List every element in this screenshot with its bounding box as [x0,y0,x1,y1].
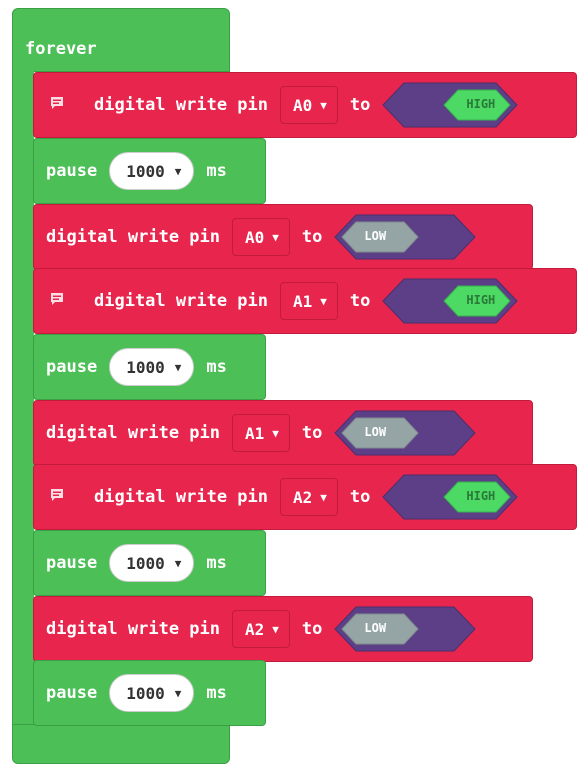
dropdown-caret-icon: ▼ [320,490,327,504]
duration-dropdown[interactable]: 1000 ▼ [109,152,195,190]
comment-icon[interactable] [48,292,66,310]
dropdown-caret-icon: ▼ [320,294,327,308]
dropdown-caret-icon: ▼ [272,426,279,440]
to-label: to [301,423,323,443]
toggle-shape [334,214,477,260]
duration-value: 1000 [126,553,165,573]
duration-dropdown[interactable]: 1000 ▼ [109,544,195,582]
duration-dropdown[interactable]: 1000 ▼ [109,348,195,386]
level-value: HIGH [466,97,496,111]
comment-icon[interactable] [48,488,66,506]
pin-dropdown[interactable]: A2 ▼ [280,478,338,516]
pause-block[interactable]: pause 1000 ▼ ms [33,138,266,204]
pause-block[interactable]: pause 1000 ▼ ms [33,334,266,400]
low-toggle[interactable]: LOW [334,606,477,652]
high-toggle[interactable]: HIGH [382,474,519,520]
pin-dropdown[interactable]: A0 ▼ [232,218,290,256]
digital-write-label: digital write pin [46,423,220,443]
digital-write-block[interactable]: digital write pin A1 ▼ to LOW [33,400,533,466]
toggle-shape [382,82,519,128]
ms-label: ms [206,161,227,181]
dropdown-caret-icon: ▼ [174,164,182,178]
to-label: to [349,95,371,115]
digital-write-block[interactable]: digital write pin A2 ▼ to HIGH [33,464,577,530]
comment-icon[interactable] [48,96,66,114]
level-value: LOW [364,229,387,243]
pause-label: pause [46,683,98,703]
level-value: HIGH [466,293,496,307]
pause-label: pause [46,357,98,377]
pin-dropdown[interactable]: A1 ▼ [280,282,338,320]
toggle-shape [334,606,477,652]
pin-dropdown[interactable]: A2 ▼ [232,610,290,648]
pin-value: A1 [245,423,265,443]
dropdown-caret-icon: ▼ [174,556,182,570]
forever-block-bottom [12,724,230,764]
ms-label: ms [206,357,227,377]
ms-label: ms [206,683,227,703]
pin-value: A0 [293,95,313,115]
toggle-shape [382,474,519,520]
forever-label: forever [25,39,97,59]
digital-write-block[interactable]: digital write pin A1 ▼ to HIGH [33,268,577,334]
pin-dropdown[interactable]: A0 ▼ [280,86,338,124]
to-label: to [349,487,371,507]
digital-write-label: digital write pin [94,487,268,507]
dropdown-caret-icon: ▼ [174,686,182,700]
digital-write-block[interactable]: digital write pin A0 ▼ to LOW [33,204,533,270]
forever-block-spine [12,70,34,732]
pin-value: A1 [293,291,313,311]
dropdown-caret-icon: ▼ [320,98,327,112]
pin-value: A2 [245,619,265,639]
toggle-shape [382,278,519,324]
low-toggle[interactable]: LOW [334,214,477,260]
digital-write-block[interactable]: digital write pin A2 ▼ to LOW [33,596,533,662]
forever-block[interactable]: forever [12,8,230,72]
digital-write-label: digital write pin [46,619,220,639]
high-toggle[interactable]: HIGH [382,278,519,324]
level-value: LOW [364,621,387,635]
pin-dropdown[interactable]: A1 ▼ [232,414,290,452]
dropdown-caret-icon: ▼ [272,622,279,636]
duration-value: 1000 [126,357,165,377]
to-label: to [349,291,371,311]
to-label: to [301,619,323,639]
duration-value: 1000 [126,683,165,703]
pause-label: pause [46,553,98,573]
high-toggle[interactable]: HIGH [382,82,519,128]
ms-label: ms [206,553,227,573]
pin-value: A2 [293,487,313,507]
duration-value: 1000 [126,161,165,181]
pause-block[interactable]: pause 1000 ▼ ms [33,660,266,726]
digital-write-label: digital write pin [94,291,268,311]
toggle-shape [334,410,477,456]
digital-write-block[interactable]: digital write pin A0 ▼ to HIGH [33,72,577,138]
level-value: LOW [364,425,387,439]
to-label: to [301,227,323,247]
dropdown-caret-icon: ▼ [272,230,279,244]
pin-value: A0 [245,227,265,247]
dropdown-caret-icon: ▼ [174,360,182,374]
digital-write-label: digital write pin [94,95,268,115]
pause-label: pause [46,161,98,181]
level-value: HIGH [466,489,496,503]
duration-dropdown[interactable]: 1000 ▼ [109,674,195,712]
digital-write-label: digital write pin [46,227,220,247]
low-toggle[interactable]: LOW [334,410,477,456]
pause-block[interactable]: pause 1000 ▼ ms [33,530,266,596]
